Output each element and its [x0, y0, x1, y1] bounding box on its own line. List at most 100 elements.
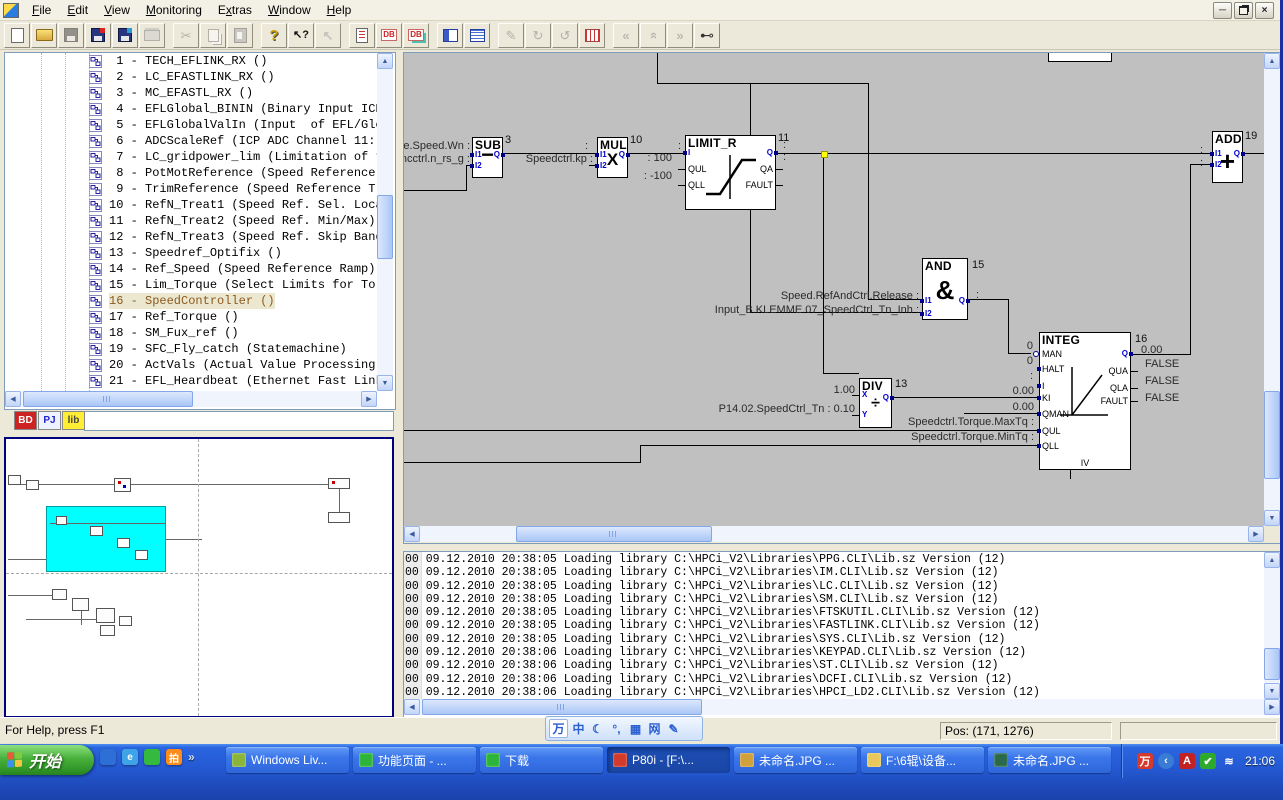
scroll-up-button[interactable]: ▲ — [377, 53, 393, 69]
tab-pj[interactable]: PJ — [38, 411, 61, 430]
toolbar-database-search-button[interactable]: DB — [403, 23, 429, 48]
taskbar-window-button[interactable]: Windows Liv... — [226, 747, 349, 773]
scroll-thumb[interactable] — [23, 391, 193, 407]
canvas-hscrollbar[interactable]: ◀ ▶ — [404, 526, 1264, 542]
toolbar-probe-button[interactable]: ✎ — [498, 23, 524, 48]
scroll-down-button[interactable]: ▼ — [1264, 683, 1280, 699]
toolbar-cut-button[interactable]: ✂ — [173, 23, 199, 48]
toolbar-load-from-target-button[interactable] — [112, 23, 138, 48]
tray-ime-wubi-icon[interactable]: 万 — [1137, 753, 1153, 769]
menu-item-file[interactable]: File — [24, 1, 59, 19]
tree-item[interactable]: 2 - LC_EFASTLINK_RX () — [5, 69, 377, 85]
toolbar-pointer-button[interactable]: ↖ — [315, 23, 341, 48]
taskbar-window-button[interactable]: P80i - [F:\... — [607, 747, 730, 773]
tree-item[interactable]: 17 - Ref_Torque () — [5, 309, 377, 325]
toolbar-save-to-target-button[interactable] — [85, 23, 111, 48]
tree-hscrollbar[interactable]: ◀ ▶ — [5, 391, 377, 407]
menu-item-help[interactable]: Help — [319, 1, 360, 19]
toolbar-context-help-button[interactable]: ↖? — [288, 23, 314, 48]
tree-item[interactable]: 8 - PotMotReference (Speed Reference Mot… — [5, 165, 377, 181]
toolbar-paste-button[interactable] — [227, 23, 253, 48]
menu-item-extras[interactable]: Extras — [210, 1, 260, 19]
close-button[interactable]: × — [1255, 2, 1274, 19]
ime-language-bar[interactable]: 万中☾°,▦网✎ — [545, 716, 703, 741]
block-sub[interactable]: SUB−I1I2Q — [472, 137, 503, 178]
scroll-down-button[interactable]: ▼ — [377, 375, 393, 391]
toolbar-save-button[interactable] — [58, 23, 84, 48]
tree-item[interactable]: 4 - EFLGlobal_BININ (Binary Input ICP CA… — [5, 101, 377, 117]
tree-item[interactable]: 6 - ADCScaleRef (ICP ADC Channel 11: Gai… — [5, 133, 377, 149]
toolbar-copy-button[interactable] — [200, 23, 226, 48]
tray-network-icon[interactable]: ≋ — [1221, 753, 1237, 769]
log-hscrollbar[interactable]: ◀ ▶ — [404, 699, 1280, 715]
taskbar-window-button[interactable]: 未命名.JPG ... — [988, 747, 1111, 773]
tree-item[interactable]: 13 - Speedref_Optifix () — [5, 245, 377, 261]
restore-button[interactable] — [1234, 2, 1253, 19]
minimize-button[interactable]: ─ — [1213, 2, 1232, 19]
ime-language-icon[interactable]: 中 — [570, 720, 587, 737]
block-mul[interactable]: MULXI1I2Q — [597, 137, 628, 178]
toolbar-go-first-button[interactable]: « — [613, 23, 639, 48]
tree-item[interactable]: 3 - MC_EFASTL_RX () — [5, 85, 377, 101]
quicklaunch-downloader-icon[interactable] — [144, 749, 160, 765]
quicklaunch-paipai-icon[interactable]: 拍 — [166, 749, 182, 765]
tab-bd[interactable]: BD — [14, 411, 37, 430]
menu-item-edit[interactable]: Edit — [59, 1, 96, 19]
taskbar-window-button[interactable]: F:\6辊\设备... — [861, 747, 984, 773]
taskbar-window-button[interactable]: 未命名.JPG ... — [734, 747, 857, 773]
block-integ[interactable]: INTEGMANHALTIKIQMANQULQLLQQUAQLAFAULTIV — [1039, 332, 1131, 470]
toolbar-database-button[interactable]: DB — [376, 23, 402, 48]
tree-item[interactable]: 20 - ActVals (Actual Value Processing fo… — [5, 357, 377, 373]
scroll-left-button[interactable]: ◀ — [404, 526, 420, 542]
scroll-thumb[interactable] — [516, 526, 712, 542]
scroll-up-button[interactable]: ▲ — [1264, 53, 1280, 69]
ime-softkeyboard-icon[interactable]: ▦ — [627, 720, 644, 737]
scroll-thumb[interactable] — [1264, 391, 1280, 479]
toolbar-key-button[interactable]: ⊷ — [694, 23, 720, 48]
scroll-left-button[interactable]: ◀ — [5, 391, 21, 407]
tab-lib[interactable]: lib — [62, 411, 85, 430]
toolbar-new-button[interactable] — [4, 23, 30, 48]
tree-item[interactable]: 12 - RefN_Treat3 (Speed Ref. Skip Bands) — [5, 229, 377, 245]
overview-minimap[interactable] — [4, 437, 394, 718]
tree-vscrollbar[interactable]: ▲ ▼ — [377, 53, 393, 391]
toolbar-cycle-stop-button[interactable]: ↺ — [552, 23, 578, 48]
ime-halfwidth-icon[interactable]: ☾ — [589, 720, 606, 737]
log-vscrollbar[interactable]: ▲ ▼ — [1264, 552, 1280, 699]
tree-item[interactable]: 18 - SM_Fux_ref () — [5, 325, 377, 341]
toolbar-cycle-button[interactable]: ↻ — [525, 23, 551, 48]
toolbar-go-up-button[interactable]: » — [640, 23, 666, 48]
quicklaunch-messenger-icon[interactable] — [100, 749, 116, 765]
block-and[interactable]: AND&I1I2Q — [922, 258, 968, 320]
tree-item[interactable]: 11 - RefN_Treat2 (Speed Ref. Min/Max) — [5, 213, 377, 229]
tray-reader-icon[interactable]: A — [1179, 753, 1195, 769]
menu-item-window[interactable]: Window — [260, 1, 319, 19]
quicklaunch-internet-explorer-icon[interactable]: e — [122, 749, 138, 765]
block-limit_r[interactable]: LIMIT_RIQULQLLQQAFAULT — [685, 135, 776, 210]
scroll-thumb[interactable] — [377, 195, 393, 259]
toolbar-print-button[interactable] — [139, 23, 165, 48]
tray-antivirus-icon[interactable]: ✔ — [1200, 753, 1216, 769]
toolbar-tile-windows-button[interactable] — [437, 23, 463, 48]
tree-item[interactable]: 19 - SFC_Fly_catch (Statemachine) — [5, 341, 377, 357]
taskbar-window-button[interactable]: 下载 — [480, 747, 603, 773]
scroll-right-button[interactable]: ▶ — [1264, 699, 1280, 715]
toolbar-go-next-button[interactable]: » — [667, 23, 693, 48]
toolbar-table-view-button[interactable] — [464, 23, 490, 48]
toolbar-help-button[interactable]: ? — [261, 23, 287, 48]
ime-web-icon[interactable]: 网 — [646, 720, 663, 737]
tree-item[interactable]: 14 - Ref_Speed (Speed Reference Ramp) — [5, 261, 377, 277]
search-input[interactable] — [84, 411, 394, 431]
ime-tools-icon[interactable]: ✎ — [665, 720, 682, 737]
scroll-down-button[interactable]: ▼ — [1264, 510, 1280, 526]
scroll-thumb[interactable] — [422, 699, 702, 715]
quicklaunch-more-chevron[interactable]: » — [188, 750, 195, 764]
tree-item[interactable]: 5 - EFLGlobalValIn (Input of EFL/Global … — [5, 117, 377, 133]
menu-item-monitoring[interactable]: Monitoring — [138, 1, 210, 19]
ime-punctuation-icon[interactable]: °, — [608, 720, 625, 737]
toolbar-io-list-button[interactable] — [349, 23, 375, 48]
toolbar-open-button[interactable] — [31, 23, 57, 48]
tree-item[interactable]: 21 - EFL_Heardbeat (Ethernet Fast Link u… — [5, 373, 377, 389]
scroll-thumb[interactable] — [1264, 648, 1280, 680]
block-add[interactable]: ADD+I1I2Q — [1212, 131, 1243, 183]
